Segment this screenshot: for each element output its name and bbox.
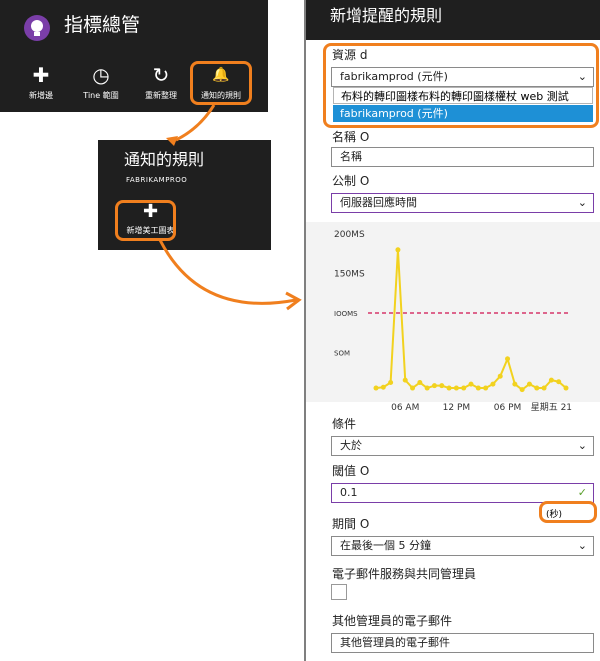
panel-title: 新增提醒的規則 (306, 0, 600, 40)
chevron-down-icon: ⌄ (577, 439, 587, 452)
data-point (373, 385, 379, 391)
email-owners-label: 電子郵件服務與共同管理員 (332, 567, 477, 581)
threshold-value: 0.1 (340, 486, 358, 499)
data-point (497, 373, 503, 379)
period-dropdown[interactable]: 在最後一個 5 分鐘 ⌄ (331, 536, 594, 556)
period-value: 在最後一個 5 分鐘 (340, 539, 431, 552)
data-point (490, 381, 496, 387)
y-tick-label: 200MS (334, 230, 365, 240)
data-point (410, 385, 416, 391)
data-point (512, 381, 518, 387)
name-input[interactable]: 名稱 (331, 147, 594, 167)
data-point (505, 356, 511, 362)
data-point (417, 380, 423, 386)
data-point (534, 385, 540, 391)
data-point (475, 385, 481, 391)
data-point (468, 381, 474, 387)
data-point (526, 381, 532, 387)
condition-value: 大於 (340, 439, 362, 452)
metric-label: 公制 O (332, 174, 370, 188)
y-tick-label: IOOMS (334, 310, 358, 318)
metric-chart: 200MS 150MS IOOMS SOM 06 AM 12 PM 06 PM 星期五 21 (306, 222, 600, 413)
x-tick-label: 12 PM (443, 403, 471, 412)
data-point (402, 377, 408, 383)
add-alert-rule-panel: 新增提醒的規則 資源 d fabrikamprod (元件) ⌄ 布料的轉印圖樣… (304, 0, 600, 661)
data-point (461, 385, 467, 391)
threshold-input[interactable]: 0.1 ✓ (331, 483, 594, 503)
threshold-label: 閾值 O (332, 464, 370, 478)
data-point (548, 377, 554, 383)
series-line (375, 249, 567, 391)
data-point (395, 247, 401, 253)
chart-canvas: 200MS 150MS IOOMS SOM 06 AM 12 PM 06 PM 星期五 21 (334, 230, 572, 413)
chevron-down-icon: ⌄ (577, 196, 587, 209)
data-point (446, 385, 452, 391)
other-email-label: 其他管理員的電子郵件 (332, 614, 453, 628)
name-label: 名稱 O (332, 130, 370, 144)
metric-value: 伺服器回應時間 (340, 196, 417, 209)
data-point (380, 384, 386, 390)
x-tick-label: 06 AM (391, 403, 419, 412)
data-point (541, 385, 547, 391)
checkmark-icon: ✓ (577, 486, 587, 499)
x-tick-label: 星期五 21 (531, 402, 572, 412)
other-email-input[interactable]: 其他管理員的電子郵件 (331, 633, 594, 653)
data-point (453, 385, 459, 391)
data-point (431, 383, 437, 389)
data-point (388, 380, 394, 386)
email-owners-checkbox[interactable] (331, 584, 347, 600)
condition-dropdown[interactable]: 大於 ⌄ (331, 436, 594, 456)
highlight-unit (539, 501, 597, 523)
highlight-resource (323, 43, 599, 128)
data-point (556, 379, 562, 385)
data-point (519, 387, 525, 393)
metric-dropdown[interactable]: 伺服器回應時間 ⌄ (331, 193, 594, 213)
data-point (483, 385, 489, 391)
x-tick-label: 06 PM (494, 403, 522, 412)
chevron-down-icon: ⌄ (577, 539, 587, 552)
period-label: 期間 O (332, 517, 370, 531)
condition-label: 條件 (332, 417, 357, 431)
y-tick-label: 150MS (334, 270, 365, 280)
data-point (439, 383, 445, 389)
data-point (563, 385, 569, 391)
data-point (424, 385, 430, 391)
y-tick-label: SOM (334, 350, 350, 358)
